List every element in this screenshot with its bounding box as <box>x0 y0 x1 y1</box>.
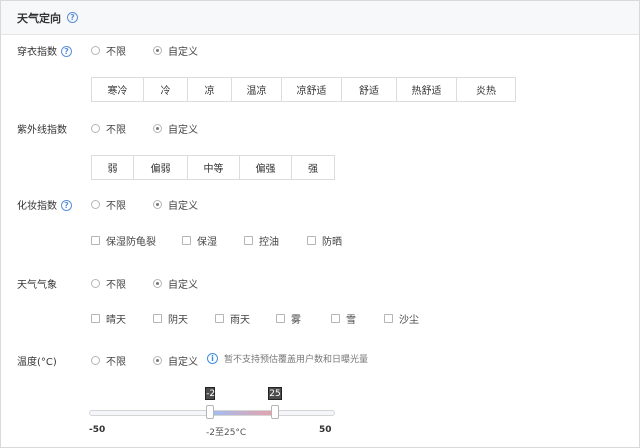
radio-selected-icon <box>153 124 162 133</box>
weather-checkbox[interactable]: 雨天 <box>215 311 250 326</box>
radio-circle-icon <box>91 46 100 55</box>
uv-level-option[interactable]: 中等 <box>188 156 240 179</box>
temperature-high-tag: 25 <box>268 387 282 400</box>
radio-selected-icon <box>153 356 162 365</box>
checkbox-label: 雾 <box>291 315 301 326</box>
dressing-index-label-text: 穿衣指数 <box>17 47 57 58</box>
radio-circle-icon <box>91 356 100 365</box>
makeup-help-icon[interactable]: ? <box>61 199 72 211</box>
dressing-radio-custom[interactable]: 自定义 <box>153 43 198 58</box>
dressing-level-option[interactable]: 温凉 <box>232 78 282 101</box>
radio-label: 自定义 <box>168 280 198 291</box>
temperature-max-label: 50 <box>319 425 332 435</box>
radio-label: 不限 <box>106 201 126 212</box>
makeup-index-label-text: 化妆指数 <box>17 201 57 212</box>
uv-level-option[interactable]: 偏强 <box>240 156 292 179</box>
checkbox-label: 沙尘 <box>399 315 419 326</box>
checkbox-icon <box>384 314 393 323</box>
radio-label: 自定义 <box>168 201 198 212</box>
uv-level-option[interactable]: 偏弱 <box>134 156 188 179</box>
radio-selected-icon <box>153 200 162 209</box>
radio-label: 自定义 <box>168 47 198 58</box>
panel-title: 天气定向 <box>17 12 61 25</box>
uv-level-option[interactable]: 弱 <box>92 156 134 179</box>
weather-radio-custom[interactable]: 自定义 <box>153 276 198 291</box>
checkbox-icon <box>91 236 100 245</box>
makeup-radio-custom[interactable]: 自定义 <box>153 197 198 212</box>
radio-label: 不限 <box>106 280 126 291</box>
dressing-level-option[interactable]: 寒冷 <box>92 78 144 101</box>
makeup-checkbox[interactable]: 保湿防龟裂 <box>91 233 156 248</box>
radio-label: 不限 <box>106 357 126 368</box>
uv-radio-custom[interactable]: 自定义 <box>153 121 198 136</box>
radio-circle-icon <box>91 200 100 209</box>
temperature-radio-unlimited[interactable]: 不限 <box>91 353 126 368</box>
dressing-radio-unlimited[interactable]: 不限 <box>91 43 126 58</box>
checkbox-icon <box>153 314 162 323</box>
info-note-text: 暂不支持预估覆盖用户数和日曝光量 <box>224 355 369 365</box>
dressing-level-selector: 寒冷 冷 凉 温凉 凉舒适 舒适 热舒适 炎热 <box>91 77 516 102</box>
weather-checkbox[interactable]: 晴天 <box>91 311 126 326</box>
radio-selected-icon <box>153 46 162 55</box>
dressing-level-option[interactable]: 热舒适 <box>397 78 457 101</box>
checkbox-icon <box>182 236 191 245</box>
dressing-level-option[interactable]: 凉舒适 <box>282 78 342 101</box>
checkbox-label: 阴天 <box>168 315 188 326</box>
makeup-radio-unlimited[interactable]: 不限 <box>91 197 126 212</box>
dressing-index-label: 穿衣指数? <box>17 43 72 58</box>
checkbox-icon <box>331 314 340 323</box>
radio-circle-icon <box>91 279 100 288</box>
dressing-level-option[interactable]: 炎热 <box>457 78 515 101</box>
temperature-min-label: -50 <box>89 425 106 435</box>
uv-level-option[interactable]: 强 <box>292 156 334 179</box>
weather-checkbox[interactable]: 雪 <box>331 311 356 326</box>
makeup-checkbox[interactable]: 保湿 <box>182 233 217 248</box>
radio-label: 自定义 <box>168 357 198 368</box>
temperature-high-handle[interactable] <box>271 405 279 419</box>
uv-level-selector: 弱 偏弱 中等 偏强 强 <box>91 155 335 180</box>
weather-checkbox[interactable]: 沙尘 <box>384 311 419 326</box>
checkbox-label: 雨天 <box>230 315 250 326</box>
checkbox-label: 保湿防龟裂 <box>106 237 156 248</box>
temperature-label: 温度(°C) <box>17 357 57 368</box>
radio-label: 不限 <box>106 47 126 58</box>
checkbox-label: 保湿 <box>197 237 217 248</box>
temperature-range-text: -2至25°C <box>206 428 247 438</box>
makeup-checkbox[interactable]: 控油 <box>244 233 279 248</box>
temperature-info-note: i 暂不支持预估覆盖用户数和日曝光量 <box>207 352 368 365</box>
checkbox-label: 晴天 <box>106 315 126 326</box>
help-icon[interactable]: ? <box>67 12 78 23</box>
checkbox-icon <box>215 314 224 323</box>
weather-radio-unlimited[interactable]: 不限 <box>91 276 126 291</box>
dressing-level-option[interactable]: 冷 <box>144 78 188 101</box>
temperature-slider-range <box>210 411 275 415</box>
checkbox-icon <box>244 236 253 245</box>
weather-checkbox[interactable]: 阴天 <box>153 311 188 326</box>
temperature-low-tag: -2 <box>205 387 216 400</box>
weather-checkbox[interactable]: 雾 <box>276 311 301 326</box>
uv-radio-unlimited[interactable]: 不限 <box>91 121 126 136</box>
weather-targeting-panel: 天气定向 ? 穿衣指数? 不限 自定义 寒冷 冷 凉 温凉 凉舒适 舒适 热舒适… <box>0 0 640 448</box>
weather-phenomenon-label: 天气气象 <box>17 280 57 291</box>
dressing-help-icon[interactable]: ? <box>61 45 72 57</box>
makeup-index-label: 化妆指数? <box>17 197 72 212</box>
checkbox-label: 雪 <box>346 315 356 326</box>
checkbox-icon <box>91 314 100 323</box>
info-icon: i <box>207 353 218 364</box>
dressing-level-option[interactable]: 舒适 <box>342 78 397 101</box>
panel-header: 天气定向 ? <box>1 1 639 35</box>
radio-label: 不限 <box>106 125 126 136</box>
temperature-radio-custom[interactable]: 自定义 <box>153 353 198 368</box>
checkbox-icon <box>307 236 316 245</box>
checkbox-icon <box>276 314 285 323</box>
radio-selected-icon <box>153 279 162 288</box>
radio-label: 自定义 <box>168 125 198 136</box>
dressing-level-option[interactable]: 凉 <box>188 78 232 101</box>
temperature-low-handle[interactable] <box>206 405 215 419</box>
radio-circle-icon <box>91 124 100 133</box>
uv-index-label: 紫外线指数 <box>17 125 67 136</box>
checkbox-label: 防晒 <box>322 237 342 248</box>
checkbox-label: 控油 <box>259 237 279 248</box>
makeup-checkbox[interactable]: 防晒 <box>307 233 342 248</box>
